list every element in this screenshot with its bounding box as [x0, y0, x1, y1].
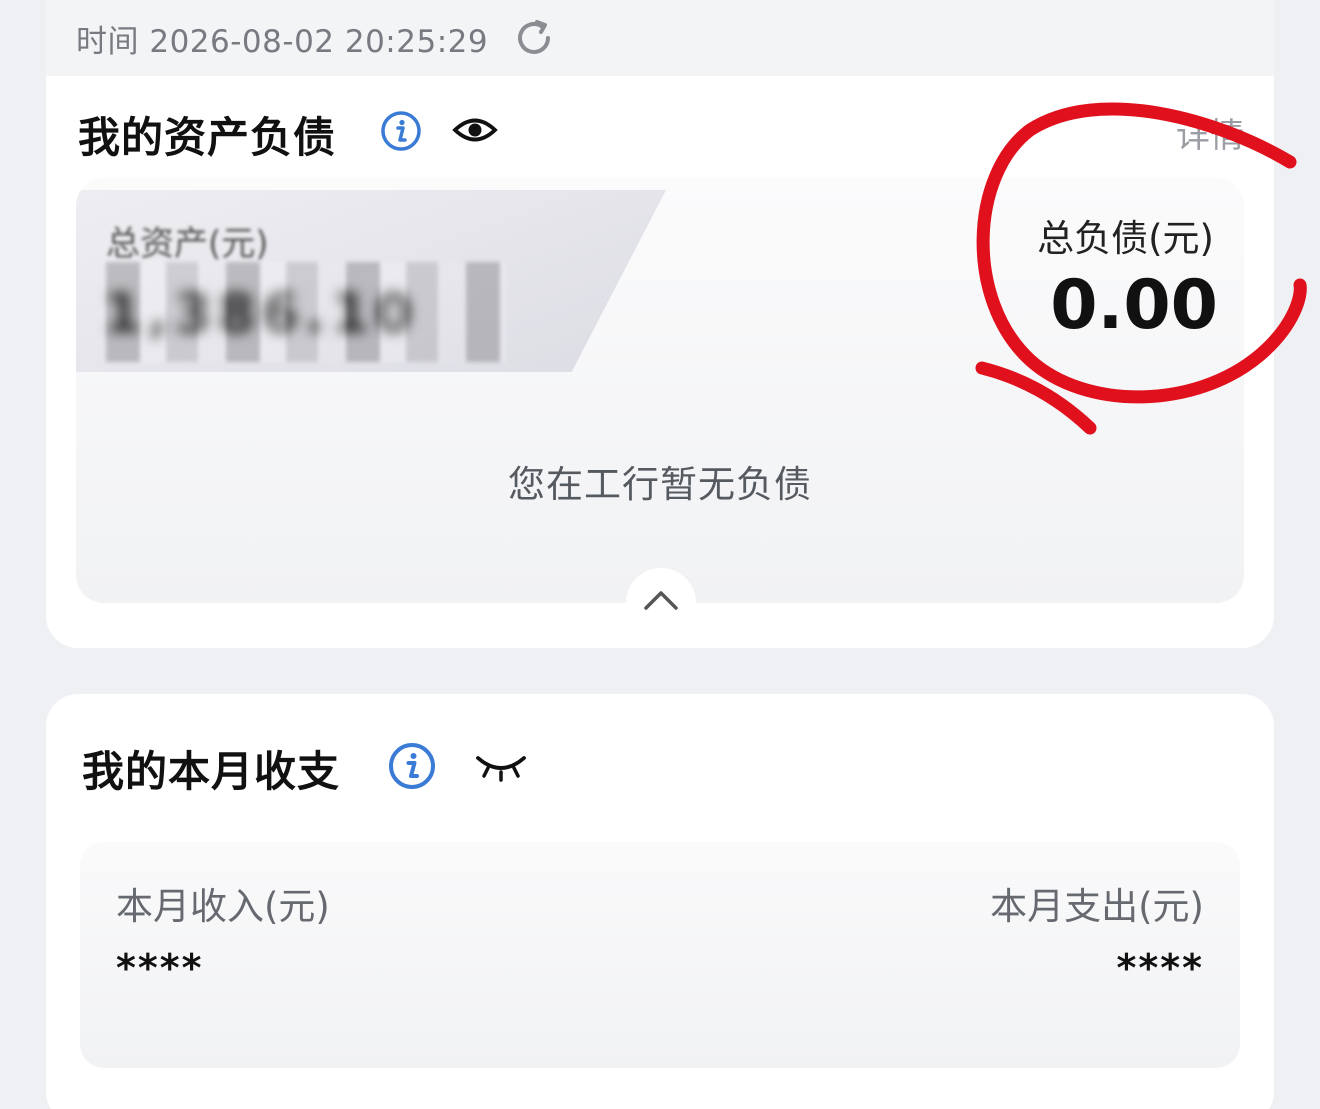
income-label: 本月收入(元) [116, 885, 330, 928]
monthly-summary-panel: 本月收入(元) **** 本月支出(元) **** [80, 842, 1240, 1068]
eye-icon[interactable] [452, 110, 498, 150]
info-icon[interactable] [388, 742, 436, 790]
assets-liabilities-card: 时间 2026-08-02 20:25:29 我的资产负债 详情 总资产(元) … [46, 0, 1274, 648]
page: 时间 2026-08-02 20:25:29 我的资产负债 详情 总资产(元) … [0, 0, 1320, 1109]
closed-eye-icon[interactable] [474, 752, 528, 782]
collapse-button[interactable] [626, 568, 696, 638]
chevron-up-icon [644, 591, 678, 610]
privacy-mosaic [106, 262, 506, 362]
total-debt-value: 0.00 [1050, 266, 1218, 345]
expense-label: 本月支出(元) [990, 885, 1204, 928]
time-bar: 时间 2026-08-02 20:25:29 [46, 0, 1274, 76]
income-value: **** [116, 946, 204, 990]
expense-value: **** [1116, 946, 1204, 990]
assets-panel: 总资产(元) 1,386.10 总负债(元) 0.00 您在工行暂无负债 [76, 178, 1244, 603]
no-debt-message: 您在工行暂无负债 [508, 463, 812, 506]
update-time: 时间 2026-08-02 20:25:29 [76, 24, 489, 60]
total-assets-label: 总资产(元) [106, 224, 269, 264]
detail-link[interactable]: 详情 [1176, 108, 1244, 157]
info-icon[interactable] [380, 110, 422, 152]
total-assets-tab[interactable]: 总资产(元) 1,386.10 [76, 190, 666, 372]
assets-title: 我的资产负债 [78, 113, 337, 162]
refresh-icon[interactable] [512, 16, 556, 60]
monthly-title: 我的本月收支 [82, 747, 341, 796]
monthly-income-expense-card: 我的本月收支 本月收入(元) **** 本月支出(元) **** [46, 694, 1274, 1109]
total-debt-label: 总负债(元) [1037, 217, 1214, 260]
